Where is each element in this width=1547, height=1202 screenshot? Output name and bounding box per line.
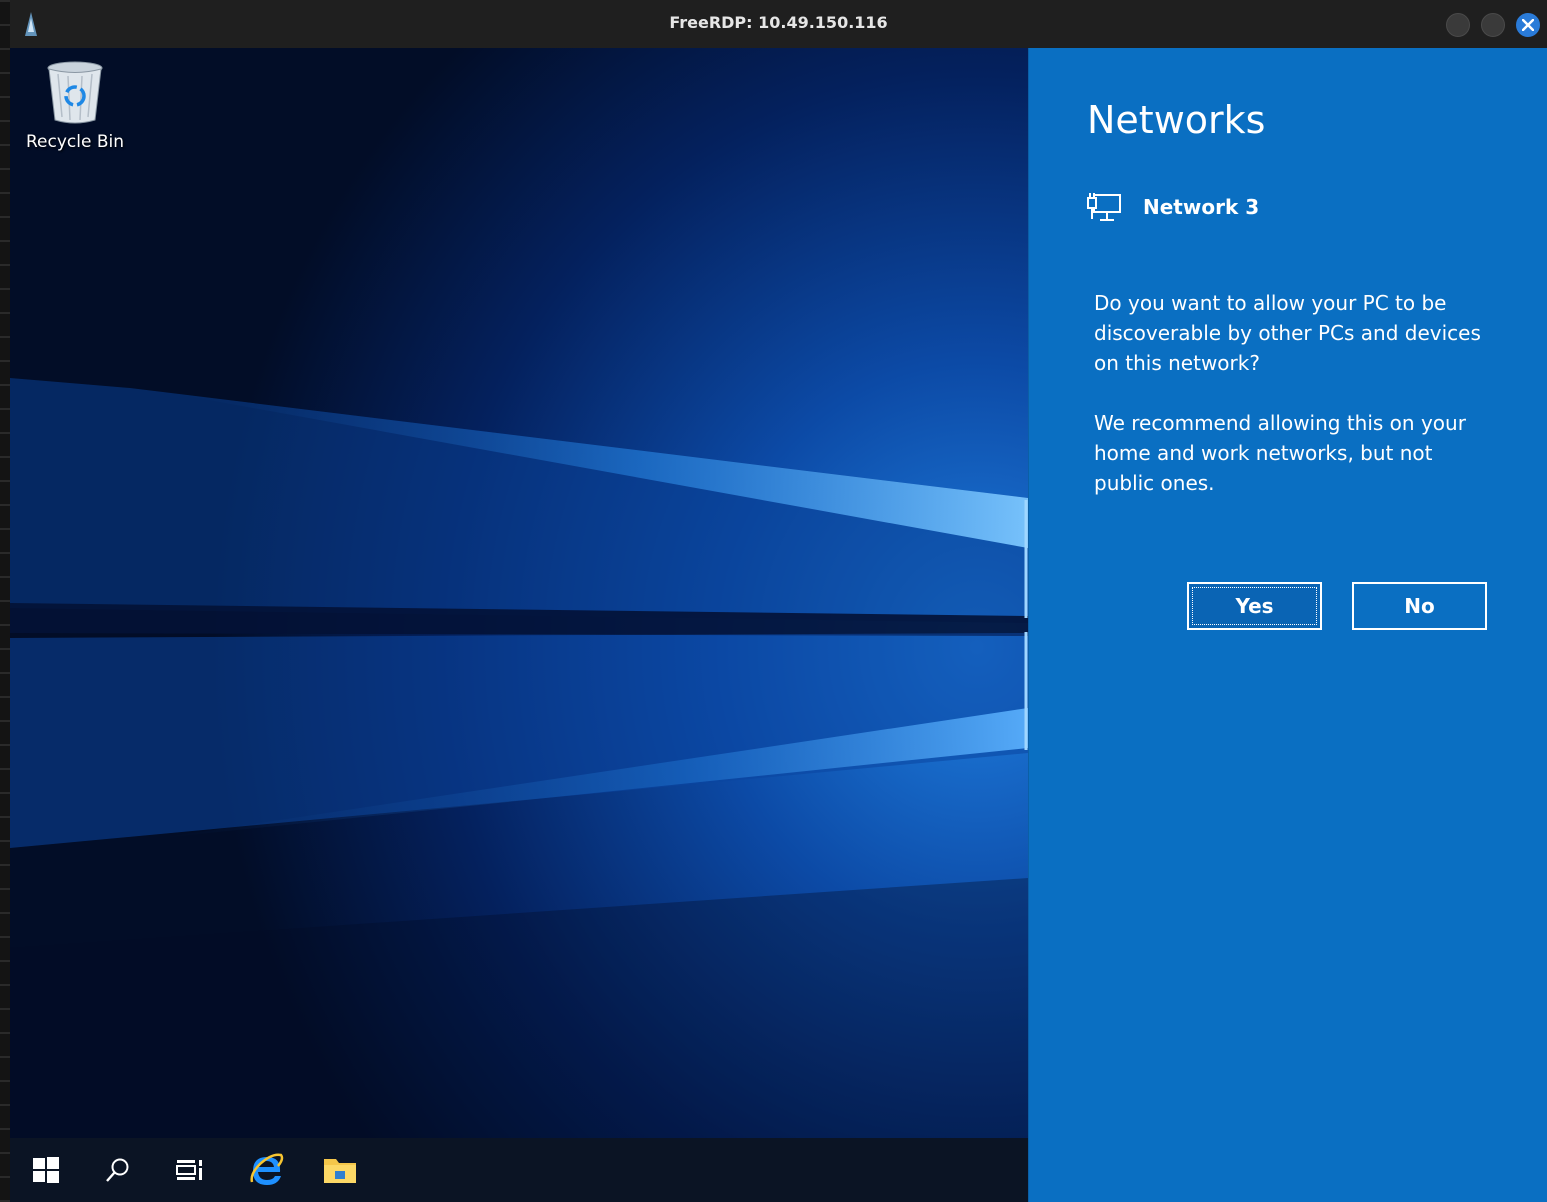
- host-desktop-edge: [0, 0, 10, 1202]
- minimize-button[interactable]: [1446, 13, 1470, 37]
- recommendation-text: We recommend allowing this on your home …: [1094, 411, 1466, 495]
- maximize-button[interactable]: [1481, 13, 1505, 37]
- taskbar-file-explorer[interactable]: [310, 1138, 370, 1202]
- screen: FreeRDP: 10.49.150.116 Recycle Bin Netwo…: [0, 0, 1547, 1202]
- close-button[interactable]: [1516, 13, 1540, 37]
- ethernet-icon: [1087, 193, 1121, 221]
- yes-button[interactable]: Yes: [1187, 582, 1322, 630]
- desktop-icon-label: Recycle Bin: [25, 132, 124, 152]
- search-icon: [106, 1158, 129, 1182]
- taskbar-internet-explorer[interactable]: [236, 1138, 296, 1202]
- no-button[interactable]: No: [1352, 582, 1487, 630]
- file-explorer-icon: [324, 1159, 356, 1183]
- start-button[interactable]: [16, 1138, 76, 1202]
- discoverable-question: Do you want to allow your PC to be disco…: [1094, 291, 1481, 375]
- start-icon: [33, 1157, 59, 1183]
- recycle-bin-icon: [47, 61, 103, 124]
- task-view-icon: [176, 1160, 202, 1180]
- search-button[interactable]: [88, 1138, 148, 1202]
- task-view-button[interactable]: [160, 1138, 220, 1202]
- window-title: FreeRDP: 10.49.150.116: [669, 13, 888, 32]
- taskbar: [10, 1138, 1028, 1202]
- desktop-icon-recycle-bin[interactable]: Recycle Bin: [20, 60, 130, 152]
- desktop-wallpaper: [10, 48, 1028, 1138]
- network-item: Network 3: [1087, 190, 1259, 224]
- network-name: Network 3: [1143, 195, 1260, 219]
- remote-desktop[interactable]: Recycle Bin: [10, 48, 1028, 1202]
- flyout-title: Networks: [1087, 98, 1266, 142]
- internet-explorer-icon: [250, 1153, 284, 1185]
- window-titlebar[interactable]: FreeRDP: 10.49.150.116: [10, 0, 1547, 49]
- networks-flyout: Networks Network 3 Do you want to allow …: [1028, 48, 1547, 1202]
- close-icon: [1522, 19, 1534, 31]
